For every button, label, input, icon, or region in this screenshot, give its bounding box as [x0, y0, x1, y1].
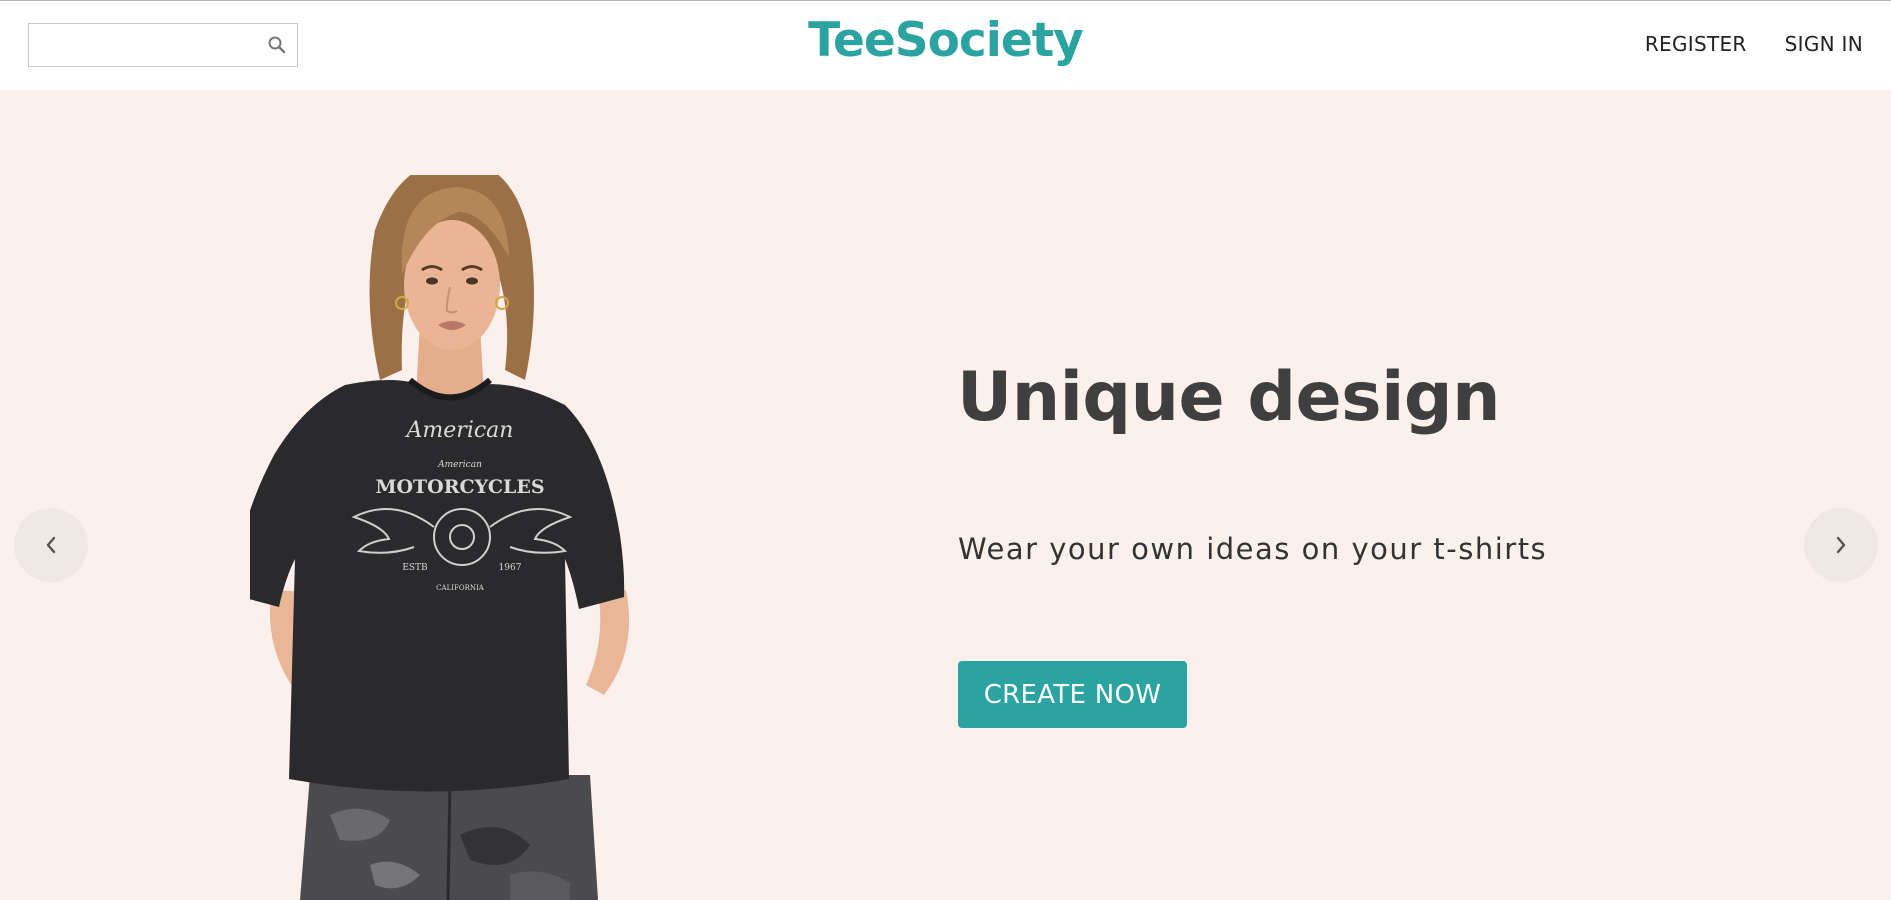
hero-carousel: American American MOTORCYCLES ESTB 1967 … — [0, 90, 1891, 900]
sign-in-link[interactable]: SIGN IN — [1785, 32, 1863, 56]
shirt-print-title: MOTORCYCLES — [375, 476, 544, 498]
chevron-right-icon — [1836, 536, 1846, 554]
hero-model-image: American American MOTORCYCLES ESTB 1967 … — [250, 175, 630, 900]
site-logo[interactable]: TeeSociety — [0, 13, 1891, 68]
shirt-print-state: CALIFORNIA — [436, 584, 485, 592]
register-link[interactable]: REGISTER — [1645, 32, 1747, 56]
shirt-print-estb: ESTB — [402, 563, 428, 573]
chevron-left-icon — [46, 536, 56, 554]
hero-title: Unique design — [957, 358, 1500, 437]
shirt-print-text-small: American — [437, 460, 482, 470]
account-nav: REGISTER SIGN IN — [1645, 32, 1863, 56]
hero-subtitle: Wear your own ideas on your t-shirts — [958, 532, 1548, 566]
site-header: TeeSociety REGISTER SIGN IN — [0, 0, 1891, 90]
shirt-print-text: American — [405, 418, 514, 443]
shirt-print-year: 1967 — [499, 563, 522, 573]
carousel-next-button[interactable] — [1804, 508, 1878, 582]
create-now-button[interactable]: CREATE NOW — [958, 661, 1187, 728]
carousel-prev-button[interactable] — [14, 508, 88, 582]
